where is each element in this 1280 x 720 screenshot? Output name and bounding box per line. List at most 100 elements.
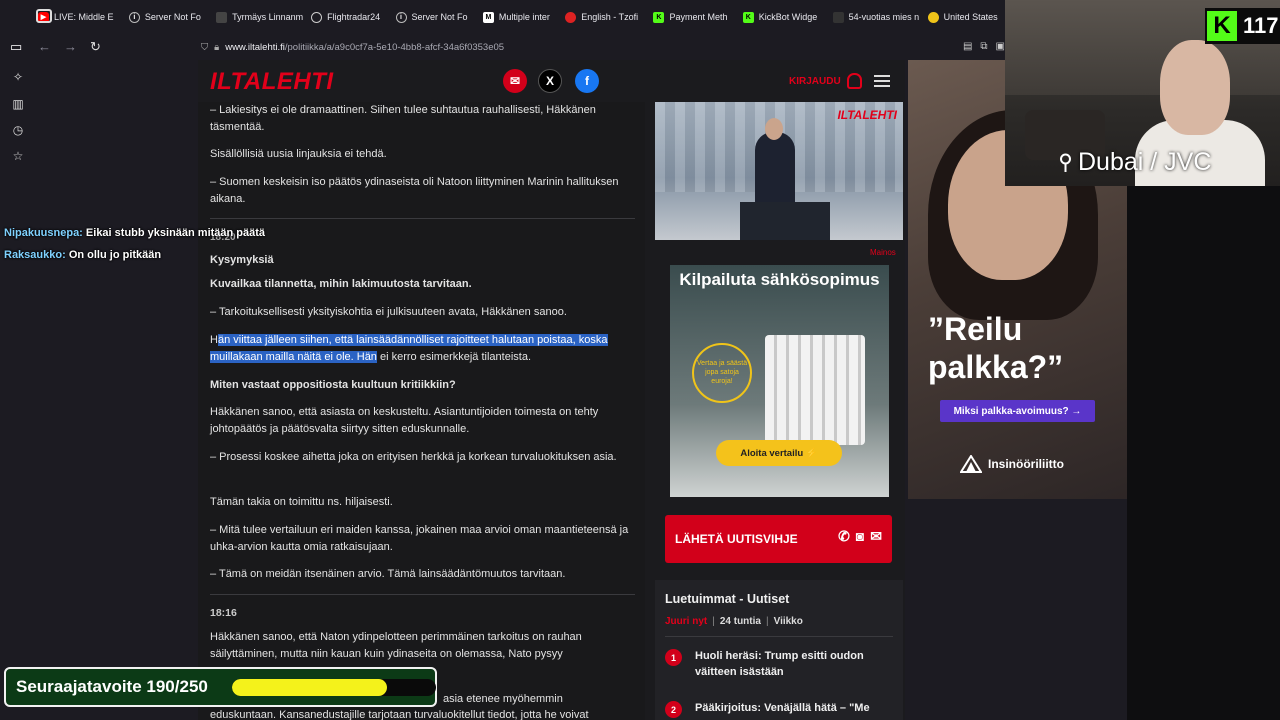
ad-headline: ”Reilu palkka?” xyxy=(928,311,1064,385)
browser-tab[interactable]: i Server Not Fo xyxy=(388,4,475,30)
tab-strip: ▶ LIVE: Middle E i Server Not Fo Tyrmäys L… xyxy=(0,0,1005,34)
browser-tab[interactable]: English - Tzofi xyxy=(557,4,645,30)
ad-brand: Insinööriliitto xyxy=(960,455,1064,473)
rank-badge: 2 xyxy=(665,701,682,718)
facebook-share-icon[interactable]: f xyxy=(575,69,599,93)
article-paragraph: Sisällöllisiä uusia linjauksia ei tehdä. xyxy=(210,148,387,160)
sidebar-toggle-icon[interactable]: ▭ xyxy=(10,39,22,55)
browser-tab[interactable]: 54-vuotias mies n xyxy=(825,4,920,30)
browser-tab[interactable]: United States xyxy=(920,4,1005,30)
history-icon[interactable]: ◷ xyxy=(11,123,25,137)
article-paragraph: eduskuntaan. Kansanedustajille tarjotaan… xyxy=(210,709,589,720)
most-read-tabs: Juuri nyt | 24 tuntia | Viikko xyxy=(665,616,803,627)
email-icon: ✉ xyxy=(870,528,882,544)
article-paragraph: – Prosessi koskee aihetta joka on erityi… xyxy=(210,451,617,463)
article-paragraph: asia etenee myöhemmin xyxy=(443,693,563,705)
insinooriliitto-logo-icon xyxy=(960,455,982,473)
screenshot-icon[interactable]: ⧉ xyxy=(980,41,987,52)
follower-goal: Seuraajatavoite 190/250 xyxy=(4,667,437,707)
shield-icon: ⛉ xyxy=(201,42,209,53)
article-live-feed: – Lakiesitys ei ole dramaattinen. Siihen… xyxy=(198,102,645,720)
back-icon[interactable]: ← xyxy=(38,39,51,55)
bookmarks-icon[interactable]: ☆ xyxy=(11,149,25,163)
nav-bar: ▭ ← → ↻ ⛉ 🔒︎ www.iltalehti.fi/politiikka… xyxy=(0,34,1005,60)
radiator-image xyxy=(765,335,865,445)
update-timestamp: 18:20 xyxy=(210,232,236,243)
divider xyxy=(665,636,893,637)
viewer-count: 117 xyxy=(1243,13,1279,38)
ad-cta-button[interactable]: Aloita vertailu ⚡ xyxy=(716,440,842,466)
follower-goal-label: Seuraajatavoite 190/250 xyxy=(16,677,208,696)
page-icon xyxy=(832,11,844,23)
right-column: ILTALEHTI Mainos Kilpailuta sähkösopimus… xyxy=(645,102,905,720)
info-icon: i xyxy=(128,11,140,23)
article-subheading: Kysymyksiä xyxy=(210,254,274,266)
kick-icon: K xyxy=(653,11,665,23)
lock-icon: 🔒︎ xyxy=(214,42,220,53)
browser-tab[interactable]: K KickBot Widge xyxy=(735,4,825,30)
article-question: Miten vastaat oppositiosta kuultuun krit… xyxy=(210,379,456,391)
ad-label: Mainos xyxy=(870,248,896,257)
chat-message: Raksaukko: On ollu jo pitkään xyxy=(4,249,161,261)
article-paragraph: – Tarkoituksellisesti yksityiskohtia ei … xyxy=(210,306,567,318)
ad-headline: Kilpailuta sähkösopimus xyxy=(679,270,880,289)
browser-tab[interactable]: K Payment Meth xyxy=(645,4,734,30)
streamer-face xyxy=(1160,40,1230,135)
most-read-panel: Luetuimmat - Uutiset Juuri nyt | 24 tunt… xyxy=(655,580,903,720)
reader-view-icon[interactable]: ▤ xyxy=(963,41,972,52)
stream-location: Dubai / JVC xyxy=(1059,148,1211,177)
login-link[interactable]: KIRJAUDU xyxy=(789,76,841,87)
divider xyxy=(210,594,635,595)
kickbot-icon: K xyxy=(742,11,754,23)
news-tip-button[interactable]: LÄHETÄ UUTISVIHJE ✆ ◙ ✉ xyxy=(665,515,892,563)
tab-manager-icon[interactable] xyxy=(36,9,52,23)
tab-right-now[interactable]: Juuri nyt xyxy=(665,616,707,627)
ad-badge: Vertaa ja säästä jopa satoja euroja! xyxy=(692,343,752,403)
browser-tab[interactable]: Tyrmäys Linnanmä xyxy=(208,4,303,30)
ai-chatbot-icon[interactable]: ✧ xyxy=(11,70,25,84)
most-read-headline: Huoli heräsi: Trump esitti oudon väittee… xyxy=(695,650,864,678)
chat-text: On ollu jo pitkään xyxy=(68,249,162,261)
article-question: Kuvailkaa tilannetta, mihin lakimuutosta… xyxy=(210,278,472,290)
site-header: ILTALEHTI ✉ X f KIRJAUDU xyxy=(198,60,905,102)
url-actions: ▤ ⧉ ▣ xyxy=(963,41,1005,52)
follower-goal-fill xyxy=(232,679,388,696)
hamburger-menu-icon[interactable] xyxy=(874,75,890,87)
page-icon xyxy=(565,11,577,23)
reload-icon[interactable]: ↻ xyxy=(90,39,101,55)
article-paragraph: Tämän takia on toimittu ns. hiljaisesti. xyxy=(210,496,393,508)
article-paragraph: – Suomen keskeisin iso päätös ydinaseist… xyxy=(210,176,619,205)
info-icon: i xyxy=(395,11,407,23)
url-bar[interactable]: ⛉ 🔒︎ www.iltalehti.fi/politiikka/a/a9c0c… xyxy=(193,37,1005,58)
whatsapp-icon: ✆ xyxy=(838,528,850,544)
synced-tabs-icon[interactable]: ▥ xyxy=(11,97,25,111)
forward-icon[interactable]: → xyxy=(64,39,77,55)
ad-cta-button[interactable]: Miksi palkka-avoimuus? → xyxy=(940,400,1095,422)
email-share-icon[interactable]: ✉ xyxy=(503,69,527,93)
electricity-ad[interactable]: Kilpailuta sähkösopimus Vertaa ja säästä… xyxy=(670,265,889,497)
most-read-headline: Pääkirjoitus: Venäjällä hätä – "Me xyxy=(695,702,870,714)
chat-text: Eikai stubb yksinään mitään päätä xyxy=(85,227,266,239)
extension-icon[interactable]: ▣ xyxy=(996,41,1005,52)
user-icon[interactable] xyxy=(847,73,862,89)
article-paragraph: – Tämä on meidän itsenäinen arvio. Tämä … xyxy=(210,568,566,580)
location-pin-icon xyxy=(1060,153,1071,172)
page-icon: M xyxy=(482,11,494,23)
site-logo[interactable]: ILTALEHTI xyxy=(210,68,334,96)
browser-tab[interactable]: i Server Not Fo xyxy=(121,4,208,30)
follower-goal-bar xyxy=(232,679,436,696)
x-share-icon[interactable]: X xyxy=(538,69,562,93)
flightradar-icon xyxy=(311,11,323,23)
rank-badge: 1 xyxy=(665,649,682,666)
url-path: /politiikka/a/a9c0cf7a-5e10-4bb8-afcf-34… xyxy=(284,42,505,53)
article-paragraph: Häkkänen sanoo, että asiasta on keskuste… xyxy=(210,406,599,435)
tab-week[interactable]: Viikko xyxy=(774,616,803,627)
kick-logo-icon: K xyxy=(1207,11,1237,41)
browser-tab[interactable]: M Multiple inter xyxy=(475,4,557,30)
hero-image[interactable]: ILTALEHTI xyxy=(655,102,903,240)
camera-icon: ◙ xyxy=(855,528,865,544)
browser-tab[interactable]: Flightradar24 xyxy=(303,4,387,30)
divider xyxy=(210,218,635,219)
empty-page-margin xyxy=(36,60,198,720)
tab-24-hours[interactable]: 24 tuntia xyxy=(720,616,761,627)
